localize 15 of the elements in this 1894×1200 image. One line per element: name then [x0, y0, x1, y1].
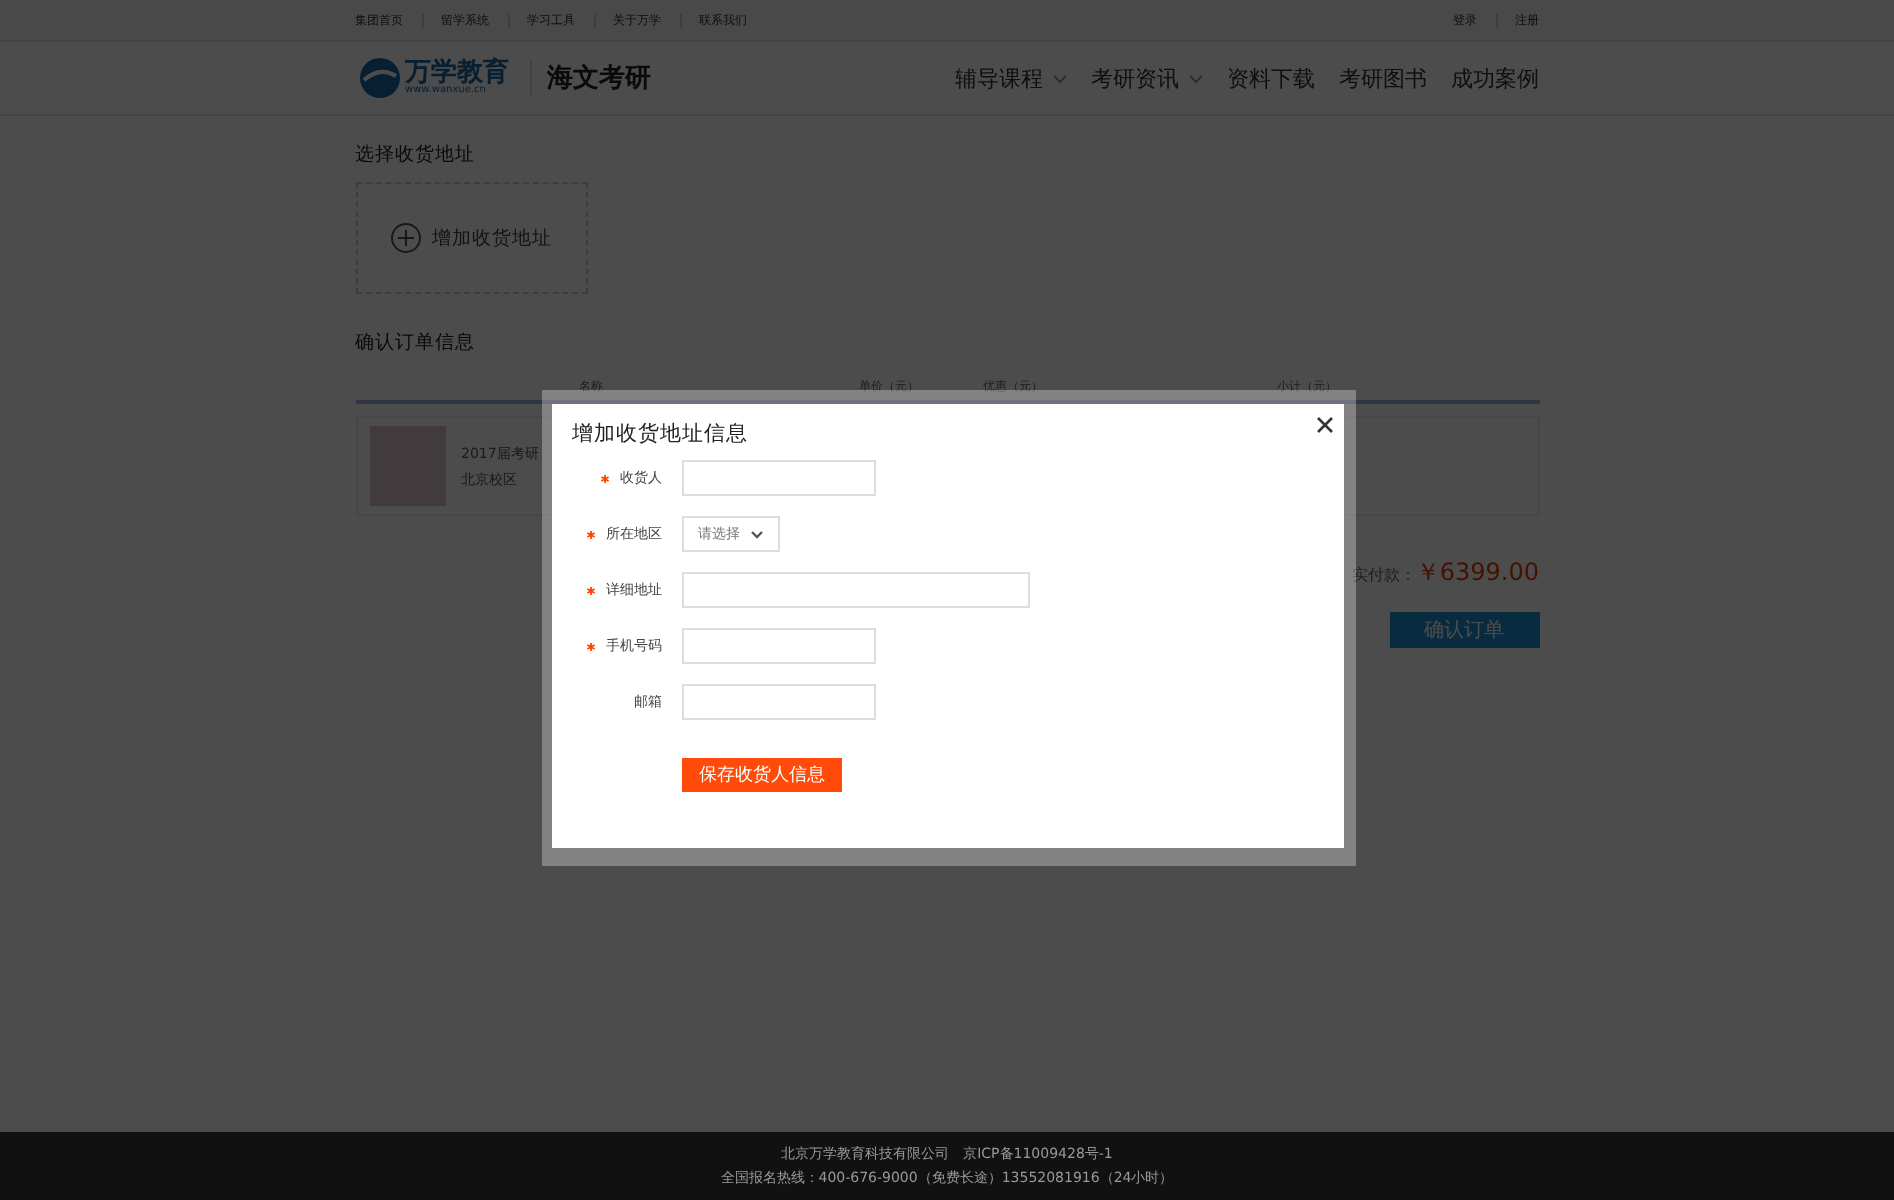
nav-item[interactable]: 资料下载	[1227, 63, 1315, 93]
chevron-down-icon	[750, 529, 764, 539]
input-field[interactable]	[682, 684, 876, 720]
input-field[interactable]	[682, 460, 876, 496]
total-amount: ￥6399.00	[1415, 556, 1539, 590]
dialog-title: 增加收货地址信息	[572, 420, 748, 448]
nav-item[interactable]: 成功案例	[1451, 63, 1539, 93]
save-button[interactable]: 保存收货人信息	[682, 758, 842, 792]
input-field[interactable]	[682, 572, 1030, 608]
input-field[interactable]	[682, 628, 876, 664]
close-icon[interactable]	[1316, 416, 1334, 434]
section-title: 选择收货地址	[355, 142, 477, 168]
nav-item[interactable]: 考研图书	[1339, 63, 1427, 93]
logo-text: 万学教育	[405, 60, 509, 86]
section-title: 确认订单信息	[355, 330, 477, 356]
